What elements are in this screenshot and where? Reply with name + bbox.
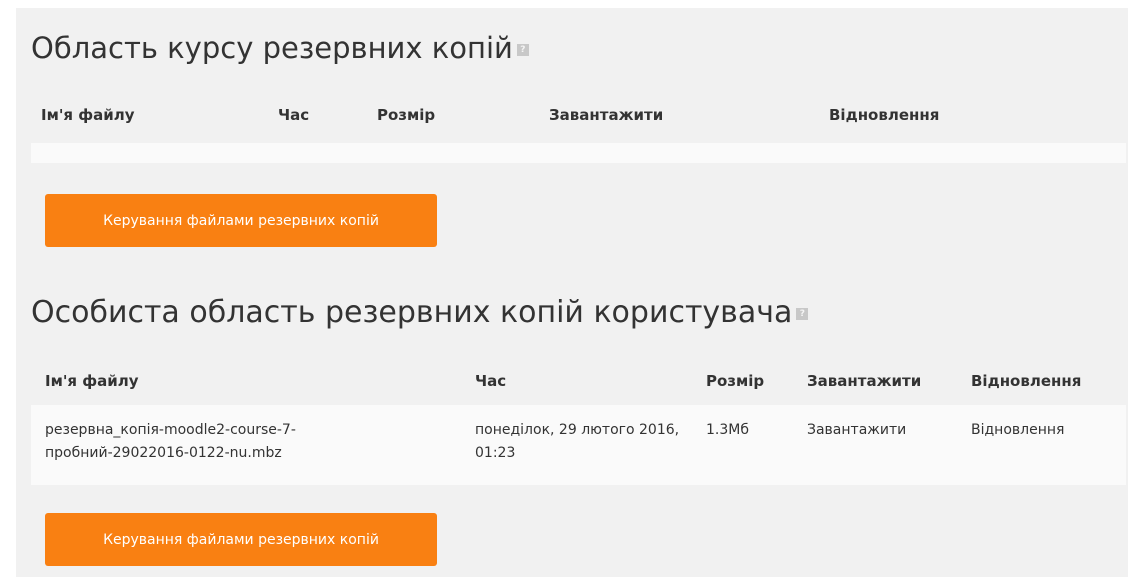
help-icon[interactable]: ? [796,307,809,320]
restore-link[interactable]: Відновлення [971,419,1064,442]
user-col-filename: Ім'я файлу [45,372,139,390]
course-col-size: Розмір [377,106,436,124]
help-icon[interactable]: ? [516,44,529,56]
user-col-download: Завантажити [807,372,922,390]
table-row: резервна_копія-moodle2-course-7-пробний-… [31,405,1126,485]
user-col-restore: Відновлення [971,372,1082,390]
user-col-time: Час [475,372,507,390]
course-empty-row [31,143,1126,163]
user-manage-backups-button[interactable]: Керування файлами резервних копій [45,513,437,566]
user-backup-title: Особиста область резервних копій користу… [31,295,809,330]
backup-time: понеділок, 29 лютого 2016, 01:23 [475,422,680,461]
course-col-time: Час [278,106,310,124]
backup-panel: Область курсу резервних копій? Ім'я файл… [16,8,1128,577]
user-backup-title-text: Особиста область резервних копій користу… [31,295,793,330]
course-manage-backups-button[interactable]: Керування файлами резервних копій [45,194,437,247]
course-backup-title: Область курсу резервних копій? [31,31,529,65]
download-link[interactable]: Завантажити [807,419,906,442]
backup-filename: резервна_копія-moodle2-course-7-пробний-… [45,422,296,461]
backup-size: 1.3Мб [706,422,749,438]
course-backup-title-text: Область курсу резервних копій [31,31,513,65]
user-col-size: Розмір [706,372,765,390]
course-col-filename: Ім'я файлу [41,106,135,124]
course-col-restore: Відновлення [829,106,940,124]
course-col-download: Завантажити [549,106,664,124]
